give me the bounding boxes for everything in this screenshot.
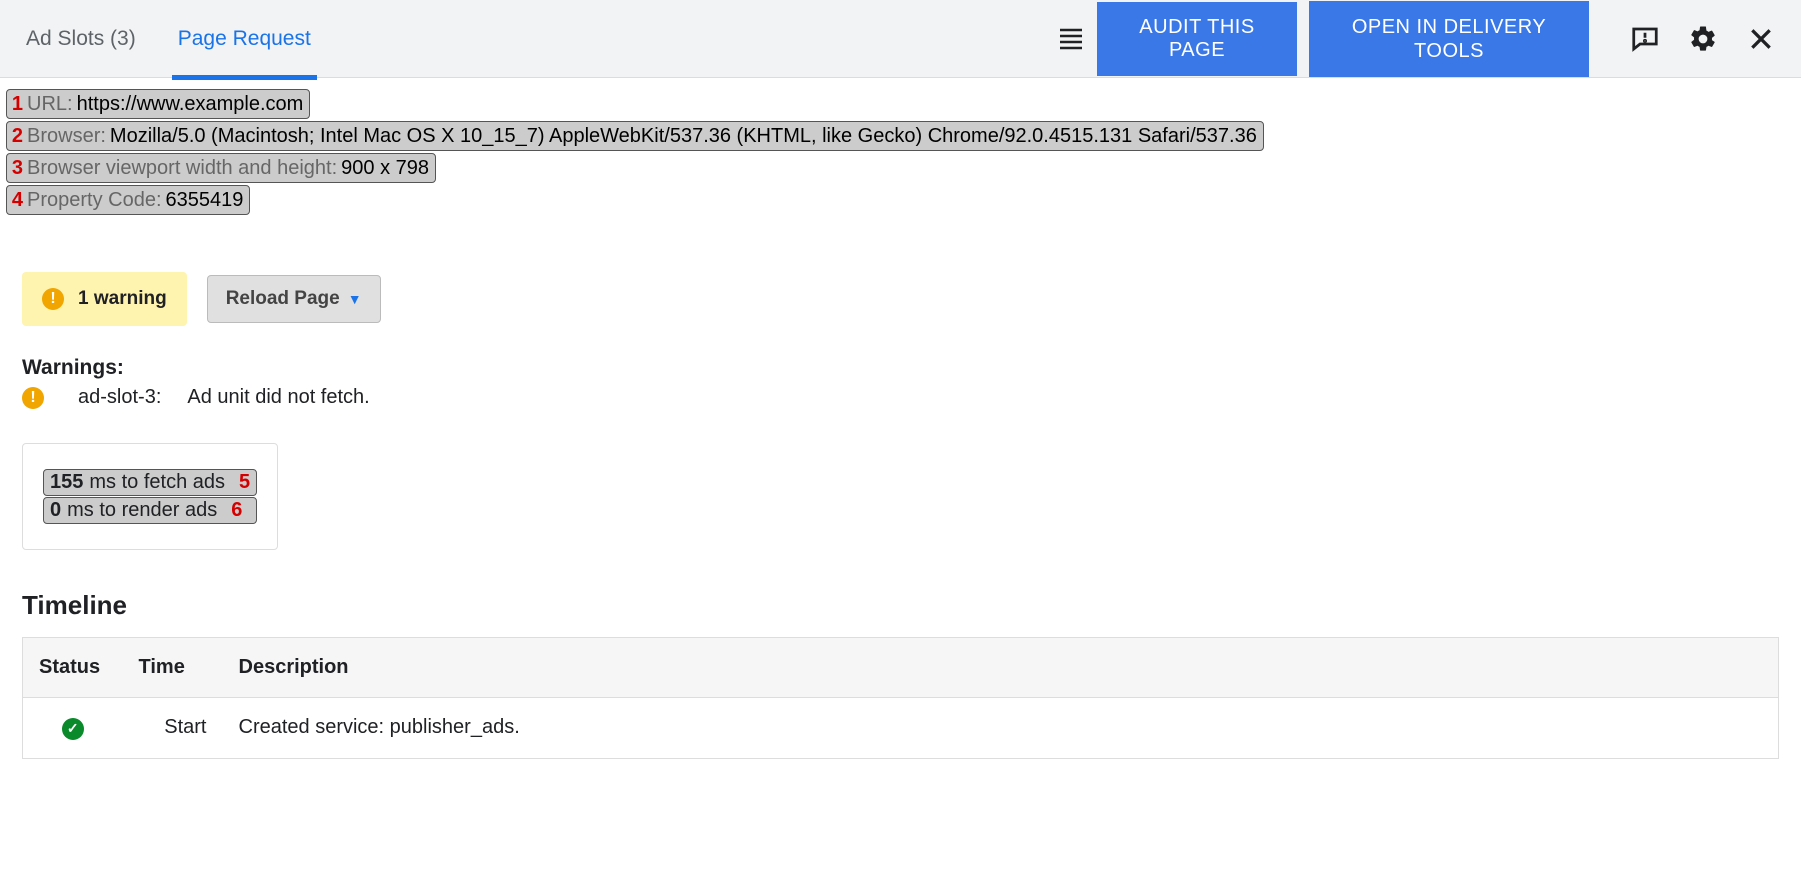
audit-page-button[interactable]: AUDIT THIS PAGE bbox=[1097, 2, 1297, 76]
close-icon[interactable] bbox=[1741, 19, 1781, 59]
stat-render: 0 ms to render ads 6 bbox=[43, 497, 257, 524]
timeline-table: Status Time Description ✓ Start Created … bbox=[22, 637, 1779, 759]
timeline-row: ✓ Start Created service: publisher_ads. bbox=[23, 698, 1779, 759]
tab-ad-slots[interactable]: Ad Slots (3) bbox=[20, 3, 142, 75]
col-status: Status bbox=[23, 638, 123, 698]
status-row: ! 1 warning Reload Page ▼ bbox=[22, 272, 1779, 326]
menu-lines-icon[interactable] bbox=[1051, 19, 1091, 59]
info-browser: 2 Browser: Mozilla/5.0 (Macintosh; Intel… bbox=[6, 121, 1264, 151]
warning-count: 1 warning bbox=[78, 288, 167, 310]
open-delivery-tools-button[interactable]: OPEN IN DELIVERY TOOLS bbox=[1309, 1, 1589, 77]
col-time: Time bbox=[123, 638, 223, 698]
col-description: Description bbox=[223, 638, 1779, 698]
warnings-block: Warnings: ! ad-slot-3: Ad unit did not f… bbox=[22, 356, 1779, 409]
warning-icon: ! bbox=[22, 387, 44, 409]
top-bar: Ad Slots (3) Page Request AUDIT THIS PAG… bbox=[0, 0, 1801, 78]
stats-box: 155 ms to fetch ads 5 0 ms to render ads… bbox=[22, 443, 278, 550]
check-icon: ✓ bbox=[62, 718, 84, 740]
warning-icon: ! bbox=[42, 288, 64, 310]
reload-page-button[interactable]: Reload Page ▼ bbox=[207, 275, 381, 323]
tab-page-request[interactable]: Page Request bbox=[172, 3, 317, 75]
info-property-code: 4 Property Code: 6355419 bbox=[6, 185, 250, 215]
tabs: Ad Slots (3) Page Request bbox=[20, 3, 317, 75]
reload-label: Reload Page bbox=[226, 288, 340, 310]
row-time: Start bbox=[123, 698, 223, 759]
warning-slot: ad-slot-3: bbox=[78, 386, 161, 409]
timeline-title: Timeline bbox=[22, 590, 1779, 621]
row-status: ✓ bbox=[23, 698, 123, 759]
info-viewport: 3 Browser viewport width and height: 900… bbox=[6, 153, 436, 183]
warning-message: Ad unit did not fetch. bbox=[187, 386, 369, 409]
feedback-icon[interactable] bbox=[1625, 19, 1665, 59]
info-url: 1 URL: https://www.example.com bbox=[6, 89, 310, 119]
gear-icon[interactable] bbox=[1683, 19, 1723, 59]
warning-chip: ! 1 warning bbox=[22, 272, 187, 326]
warning-item: ! ad-slot-3: Ad unit did not fetch. bbox=[22, 386, 1779, 409]
caret-down-icon: ▼ bbox=[348, 291, 362, 307]
stat-fetch: 155 ms to fetch ads 5 bbox=[43, 469, 257, 496]
info-lines: 1 URL: https://www.example.com 2 Browser… bbox=[0, 78, 1801, 222]
warnings-header: Warnings: bbox=[22, 356, 1779, 380]
row-description: Created service: publisher_ads. bbox=[223, 698, 1779, 759]
